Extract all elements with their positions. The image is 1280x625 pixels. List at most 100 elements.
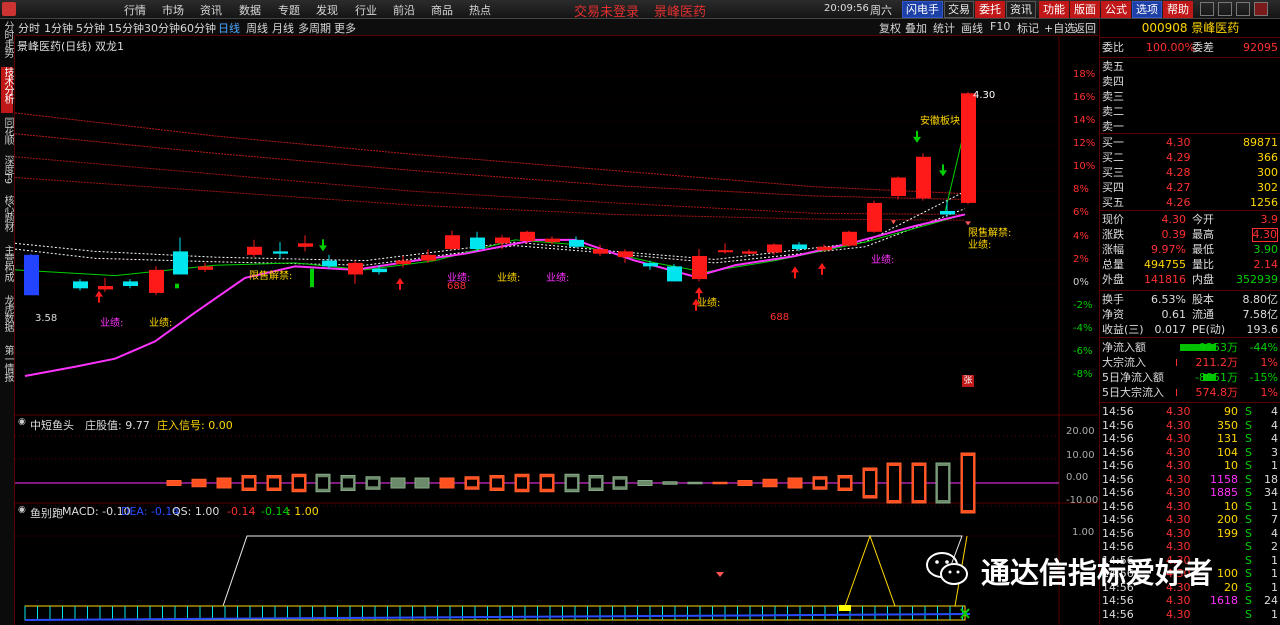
tab-dragon-tiger[interactable]: 龙虎数据 xyxy=(1,295,13,341)
menu-item-frontier[interactable]: 前沿 xyxy=(393,2,415,18)
note-badge[interactable]: 张 xyxy=(962,375,974,387)
login-status[interactable]: 交易未登录 xyxy=(574,1,639,20)
tab-timeshare[interactable]: 分时走势 xyxy=(1,21,13,65)
tick-side: S xyxy=(1245,405,1252,418)
flow-row: 5日大宗流入 574.8万 1% xyxy=(1102,385,1278,400)
period-30min[interactable]: 30分钟 xyxy=(144,20,180,36)
help-button[interactable]: 帮助 xyxy=(1163,1,1193,18)
candle xyxy=(348,262,363,275)
menu-item-topics[interactable]: 专题 xyxy=(278,2,300,18)
period-5min[interactable]: 5分钟 xyxy=(76,20,105,36)
sub2-y-label-0: 1.00 xyxy=(1072,527,1095,538)
chart-area[interactable]: 景峰医药(日线) 双龙1 18% 16% 14% 12% 10% 8% 6% 4% 2% 0% -2… xyxy=(15,36,1098,625)
stat-label-2: 最高 xyxy=(1192,228,1214,241)
sub2-highlight xyxy=(839,605,851,611)
options-button[interactable]: 选项 xyxy=(1132,1,1162,18)
period-monthly[interactable]: 月线 xyxy=(272,20,294,36)
weibi-row: 委比 100.00% 委差 92095 xyxy=(1102,40,1278,55)
period-daily[interactable]: 日线 xyxy=(218,20,240,36)
stat-value-2: 4.30 xyxy=(1251,228,1278,242)
collapse-icon-sub2[interactable]: ◉ xyxy=(18,505,26,515)
tab-first-intel[interactable]: 第一情报 xyxy=(1,345,13,391)
diamond-icon xyxy=(716,572,724,577)
tick-count: 1 xyxy=(1271,607,1278,621)
tab-business[interactable]: 主营构成 xyxy=(1,245,13,291)
tab-depth-f9[interactable]: 深度F9 xyxy=(1,155,13,191)
y-axis-label: 12% xyxy=(1073,138,1096,150)
stat-row: 涨幅 9.97% 最低 3.90 xyxy=(1102,242,1278,257)
candle xyxy=(842,231,857,246)
menu-item-hot[interactable]: 热点 xyxy=(469,2,491,18)
sub1-box-inner xyxy=(938,466,948,500)
menu-item-industry[interactable]: 行业 xyxy=(355,2,377,18)
order-button[interactable]: 委托 xyxy=(975,1,1005,18)
tick-count: 4 xyxy=(1271,418,1278,432)
y-axis-label: 10% xyxy=(1073,161,1096,173)
menu-item-market[interactable]: 市场 xyxy=(162,2,184,18)
close-icon[interactable] xyxy=(1254,2,1268,16)
tick-volume: 350 xyxy=(1217,418,1238,432)
period-weekly[interactable]: 周线 xyxy=(246,20,268,36)
candle xyxy=(792,244,807,250)
back-button[interactable]: 返回 xyxy=(1074,20,1096,36)
tick-price: 4.30 xyxy=(1166,607,1191,621)
sub1-box xyxy=(687,481,703,485)
tick-count: 2 xyxy=(1271,540,1278,553)
period-60min[interactable]: 60分钟 xyxy=(180,20,216,36)
tab-technical[interactable]: 技术分析 xyxy=(1,67,13,113)
trade-button[interactable]: 交易 xyxy=(944,1,974,18)
candle xyxy=(643,262,658,267)
sub1-indicator-name[interactable]: 中短鱼头 xyxy=(30,417,74,433)
menu-item-commodity[interactable]: 商品 xyxy=(431,2,453,18)
add-watchlist-button[interactable]: +自选 xyxy=(1044,20,1075,36)
flow-bar xyxy=(1176,389,1177,396)
formula-button[interactable]: 公式 xyxy=(1101,1,1131,18)
tick-count: 1 xyxy=(1271,567,1278,580)
adjust-button[interactable]: 复权 xyxy=(879,20,901,36)
y-axis-label: 4% xyxy=(1073,230,1089,242)
f10-button[interactable]: F10 xyxy=(990,20,1010,33)
stock-code-name[interactable]: 000908 景峰医药 xyxy=(1100,19,1280,38)
sub2-indicator-name[interactable]: 鱼别跑 xyxy=(30,505,63,521)
maximize-icon[interactable] xyxy=(1236,2,1250,16)
up-arrow-icon xyxy=(791,266,799,279)
stats-button[interactable]: 统计 xyxy=(933,20,955,36)
tab-core-theme[interactable]: 核心题材 xyxy=(1,195,13,241)
period-more[interactable]: 更多 xyxy=(334,20,356,36)
collapse-icon-sub1[interactable]: ◉ xyxy=(18,417,26,427)
stat-label: 涨跌 xyxy=(1102,228,1124,241)
tick-price: 4.30 xyxy=(1166,405,1191,418)
minimize-icon[interactable] xyxy=(1200,2,1214,16)
flow-pct: 1% xyxy=(1260,386,1278,399)
restore-icon[interactable] xyxy=(1218,2,1232,16)
bid-price: 4.26 xyxy=(1166,196,1191,209)
menu-item-news[interactable]: 资讯 xyxy=(200,2,222,18)
y-axis-label: 16% xyxy=(1073,92,1096,104)
period-multi[interactable]: 多周期 xyxy=(298,20,331,36)
sub1-y-label-2: 0.00 xyxy=(1066,472,1089,483)
tick-count: 18 xyxy=(1264,472,1278,486)
period-1min[interactable]: 1分钟 xyxy=(44,20,73,36)
sub1-box xyxy=(662,481,678,485)
menu-item-quotes[interactable]: 行情 xyxy=(124,2,146,18)
flow-bar xyxy=(1176,359,1177,366)
candle xyxy=(718,250,733,253)
stat2-value: 0.017 xyxy=(1154,323,1187,336)
layout-button[interactable]: 版面 xyxy=(1070,1,1100,18)
indicator-name[interactable]: 双龙1 xyxy=(95,38,124,54)
overlay-button[interactable]: 叠加 xyxy=(905,20,927,36)
function-button[interactable]: 功能 xyxy=(1039,1,1069,18)
news-button[interactable]: 资讯 xyxy=(1006,1,1036,18)
mark-button[interactable]: 标记 xyxy=(1017,20,1039,36)
period-15min[interactable]: 15分钟 xyxy=(108,20,144,36)
stat2-label-2: 流通 xyxy=(1192,308,1214,321)
flash-trade-button[interactable]: 闪电手 xyxy=(902,1,943,18)
menu-item-data[interactable]: 数据 xyxy=(239,2,261,18)
app-logo-icon[interactable] xyxy=(2,2,16,16)
tab-tonghuashun[interactable]: 同花顺 xyxy=(1,117,13,151)
draw-button[interactable]: 画线 xyxy=(961,20,983,36)
stat-value: 0.39 xyxy=(1161,228,1187,241)
menu-item-discover[interactable]: 发现 xyxy=(316,2,338,18)
period-timeshare[interactable]: 分时 xyxy=(18,20,40,36)
flow-row: 净流入额 -9253万 -44% xyxy=(1102,340,1278,355)
